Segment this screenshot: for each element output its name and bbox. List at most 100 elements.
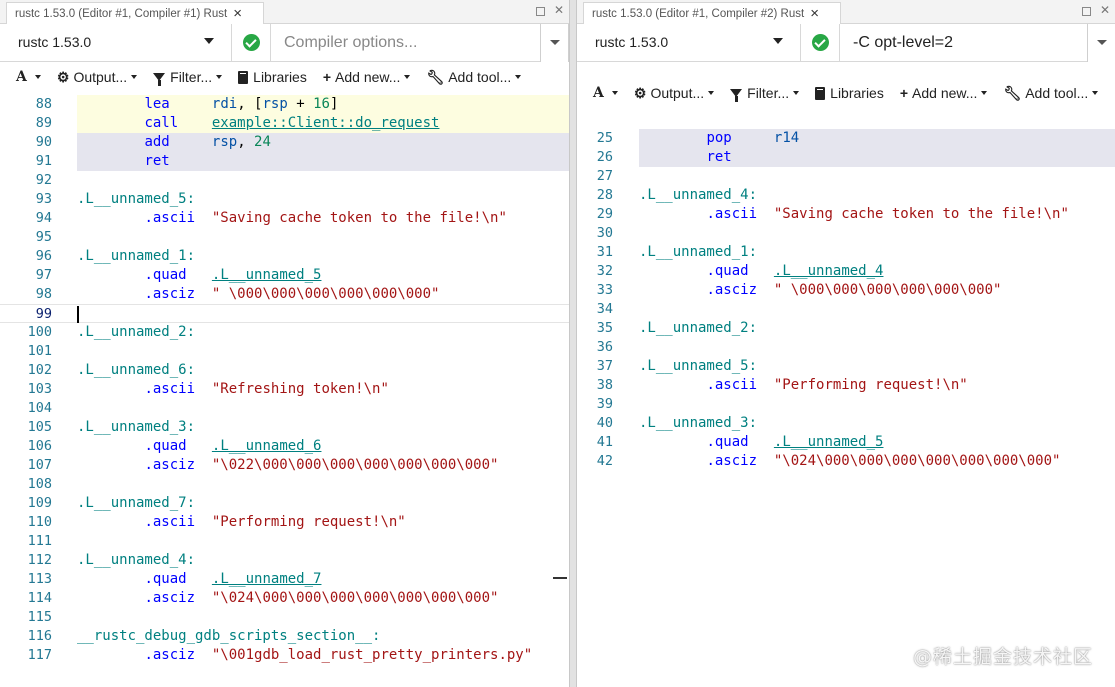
code-token: .L__unnamed_5: bbox=[77, 191, 196, 207]
code-line[interactable]: 31 .L__unnamed_1: bbox=[577, 243, 1115, 262]
code-line[interactable]: 110 .ascii "Performing request!\n" bbox=[0, 513, 569, 532]
compile-status[interactable] bbox=[800, 24, 840, 61]
code-line[interactable]: 29 .ascii "Saving cache token to the fil… bbox=[577, 205, 1115, 224]
code-line[interactable]: 26 ret bbox=[577, 148, 1115, 167]
code-line[interactable]: 90 add rsp, 24 bbox=[0, 133, 569, 152]
code-line[interactable]: 108 bbox=[0, 475, 569, 494]
close-icon[interactable]: × bbox=[233, 6, 242, 21]
code-line[interactable]: 99 bbox=[0, 304, 569, 323]
code-line[interactable]: 42 .asciz "\024\000\000\000\000\000\000\… bbox=[577, 452, 1115, 471]
code-line[interactable]: 94 .ascii "Saving cache token to the fil… bbox=[0, 209, 569, 228]
code-line[interactable]: 37 .L__unnamed_5: bbox=[577, 357, 1115, 376]
code-line[interactable]: 117 .asciz "\001gdb_load_rust_pretty_pri… bbox=[0, 646, 569, 665]
code-line[interactable]: 103 .ascii "Refreshing token!\n" bbox=[0, 380, 569, 399]
code-line[interactable]: 91 ret bbox=[0, 152, 569, 171]
label-link[interactable]: .L__unnamed_5 bbox=[774, 434, 884, 450]
code-line[interactable]: 25 pop r14 bbox=[577, 129, 1115, 148]
line-number: 40 bbox=[596, 415, 613, 431]
code-line[interactable]: 114 .asciz "\024\000\000\000\000\000\000… bbox=[0, 589, 569, 608]
code-line[interactable]: 35 .L__unnamed_2: bbox=[577, 319, 1115, 338]
label-link[interactable]: example::Client::do_request bbox=[212, 115, 440, 131]
output-button[interactable]: ⚙ Output... bbox=[49, 62, 145, 92]
code-line[interactable]: 102 .L__unnamed_6: bbox=[0, 361, 569, 380]
add-new-button[interactable]: + Add new... bbox=[315, 62, 419, 92]
code-line[interactable]: 96 .L__unnamed_1: bbox=[0, 247, 569, 266]
label-link[interactable]: .L__unnamed_7 bbox=[212, 571, 322, 587]
add-tool-button[interactable]: 🔧︎ Add tool... bbox=[418, 62, 529, 92]
code-line[interactable]: 113 .quad .L__unnamed_7 bbox=[0, 570, 569, 589]
code-line[interactable]: 92 bbox=[0, 171, 569, 190]
line-number: 41 bbox=[596, 434, 613, 450]
code-token: .ascii bbox=[144, 514, 196, 530]
label-link[interactable]: .L__unnamed_4 bbox=[774, 263, 884, 279]
code-line[interactable]: 27 bbox=[577, 167, 1115, 186]
label-link[interactable]: .L__unnamed_5 bbox=[212, 267, 322, 283]
assembly-editor[interactable]: 88 lea rdi, [rsp + 16] 89 call example::… bbox=[0, 95, 569, 687]
code-line[interactable]: 107 .asciz "\022\000\000\000\000\000\000… bbox=[0, 456, 569, 475]
code-line[interactable]: 38 .ascii "Performing request!\n" bbox=[577, 376, 1115, 395]
code-line[interactable]: 39 bbox=[577, 395, 1115, 414]
code-line[interactable]: 93 .L__unnamed_5: bbox=[0, 190, 569, 209]
close-icon[interactable]: ✕ bbox=[1098, 3, 1112, 17]
code-line[interactable]: 98 .asciz " \000\000\000\000\000\000" bbox=[0, 285, 569, 304]
chevron-down-icon bbox=[204, 38, 214, 44]
code-line[interactable]: 116 __rustc_debug_gdb_scripts_section__: bbox=[0, 627, 569, 646]
code-line[interactable]: 30 bbox=[577, 224, 1115, 243]
code-line[interactable]: 89 call example::Client::do_request bbox=[0, 114, 569, 133]
compiler-options-input[interactable] bbox=[841, 25, 1086, 60]
code-line[interactable]: 106 .quad .L__unnamed_6 bbox=[0, 437, 569, 456]
compile-status[interactable] bbox=[231, 24, 271, 61]
filter-button[interactable]: Filter... bbox=[145, 62, 230, 92]
code-line[interactable]: 115 bbox=[0, 608, 569, 627]
libraries-button[interactable]: Libraries bbox=[230, 62, 315, 92]
code-line[interactable]: 36 bbox=[577, 338, 1115, 357]
code-line[interactable]: 32 .quad .L__unnamed_4 bbox=[577, 262, 1115, 281]
chevron-down-icon bbox=[34, 75, 41, 79]
filter-label: Filter... bbox=[170, 69, 213, 85]
close-icon[interactable]: × bbox=[810, 6, 819, 21]
code-line[interactable]: 88 lea rdi, [rsp + 16] bbox=[0, 95, 569, 114]
font-size-button[interactable]: A bbox=[585, 78, 626, 108]
tab-compiler-1[interactable]: rustc 1.53.0 (Editor #1, Compiler #1) Ru… bbox=[6, 2, 264, 24]
code-line[interactable]: 101 bbox=[0, 342, 569, 361]
compiler-select[interactable]: rustc 1.53.0 bbox=[6, 24, 228, 60]
code-line[interactable]: 41 .quad .L__unnamed_5 bbox=[577, 433, 1115, 452]
compiler-options-input[interactable] bbox=[272, 25, 540, 60]
chevron-down-icon bbox=[131, 75, 138, 79]
code-line[interactable]: 111 bbox=[0, 532, 569, 551]
code-token: .L__unnamed_7: bbox=[77, 495, 196, 511]
assembly-editor[interactable]: 25 pop r14 26 ret 27 28 .L__unnamed_4: 29… bbox=[577, 129, 1115, 687]
code-line[interactable]: 105 .L__unnamed_3: bbox=[0, 418, 569, 437]
code-text: .quad .L__unnamed_6 bbox=[77, 437, 569, 456]
code-line[interactable]: 40 .L__unnamed_3: bbox=[577, 414, 1115, 433]
tab-compiler-2[interactable]: rustc 1.53.0 (Editor #1, Compiler #2) Ru… bbox=[583, 2, 841, 24]
filter-button[interactable]: Filter... bbox=[722, 78, 807, 108]
libraries-button[interactable]: Libraries bbox=[807, 78, 892, 108]
overview-ruler-marker bbox=[553, 577, 567, 579]
compiler-select[interactable]: rustc 1.53.0 bbox=[583, 24, 798, 60]
label-link[interactable]: .L__unnamed_6 bbox=[212, 438, 322, 454]
code-line[interactable]: 112 .L__unnamed_4: bbox=[0, 551, 569, 570]
code-line[interactable]: 34 bbox=[577, 300, 1115, 319]
add-tool-button[interactable]: 🔧︎ Add tool... bbox=[995, 78, 1106, 108]
add-new-button[interactable]: + Add new... bbox=[892, 78, 996, 108]
code-line[interactable]: 100 .L__unnamed_2: bbox=[0, 323, 569, 342]
close-icon[interactable]: ✕ bbox=[552, 3, 566, 17]
code-line[interactable]: 97 .quad .L__unnamed_5 bbox=[0, 266, 569, 285]
code-line[interactable]: 28 .L__unnamed_4: bbox=[577, 186, 1115, 205]
output-button[interactable]: ⚙ Output... bbox=[626, 78, 722, 108]
code-line[interactable]: 33 .asciz " \000\000\000\000\000\000" bbox=[577, 281, 1115, 300]
code-token: .L__unnamed_4: bbox=[77, 552, 196, 568]
code-line[interactable]: 104 bbox=[0, 399, 569, 418]
maximize-icon[interactable] bbox=[1082, 7, 1091, 16]
maximize-icon[interactable] bbox=[536, 7, 545, 16]
compiler-options-dropdown[interactable] bbox=[1087, 24, 1115, 62]
compiler-options-dropdown[interactable] bbox=[540, 24, 569, 62]
code-text: .quad .L__unnamed_5 bbox=[639, 433, 1115, 452]
font-size-button[interactable]: A bbox=[8, 62, 49, 92]
code-line[interactable]: 95 bbox=[0, 228, 569, 247]
code-line[interactable]: 109 .L__unnamed_7: bbox=[0, 494, 569, 513]
